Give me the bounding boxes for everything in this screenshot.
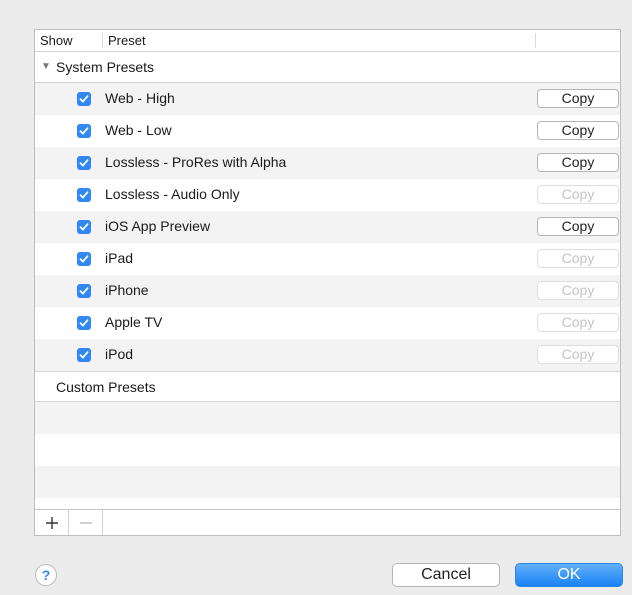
checkmark-icon [79, 191, 89, 199]
ok-button[interactable]: OK [515, 563, 623, 587]
show-checkbox[interactable] [77, 284, 91, 298]
custom-presets-group[interactable]: Custom Presets [35, 371, 620, 402]
copy-button: Copy [537, 249, 619, 268]
copy-button[interactable]: Copy [537, 121, 619, 140]
presets-table: Show Preset ▼ System Presets Web - High C… [34, 29, 621, 536]
preset-name: iPod [105, 346, 134, 362]
preset-name: iPad [105, 250, 134, 266]
show-checkbox[interactable] [77, 124, 91, 138]
preset-row[interactable]: iOS App Preview Copy [35, 211, 620, 243]
table-header: Show Preset [35, 30, 620, 52]
help-button[interactable]: ? [35, 564, 57, 586]
preset-row[interactable]: Web - Low Copy [35, 115, 620, 147]
checkmark-icon [79, 95, 89, 103]
plus-icon [45, 516, 58, 529]
checkmark-icon [79, 223, 89, 231]
column-divider [535, 33, 536, 48]
table-footer [35, 509, 620, 535]
custom-presets-label: Custom Presets [56, 379, 156, 395]
checkmark-icon [79, 255, 89, 263]
copy-button[interactable]: Copy [537, 153, 619, 172]
empty-row [35, 434, 620, 466]
add-preset-button[interactable] [35, 510, 69, 535]
preset-name: iPhone [105, 282, 149, 298]
preset-row[interactable]: iPod Copy [35, 339, 620, 371]
preset-row[interactable]: Lossless - Audio Only Copy [35, 179, 620, 211]
copy-button: Copy [537, 185, 619, 204]
copy-button[interactable]: Copy [537, 217, 619, 236]
preset-name: Apple TV [105, 314, 163, 330]
preset-row[interactable]: Web - High Copy [35, 83, 620, 115]
show-checkbox[interactable] [77, 348, 91, 362]
show-checkbox[interactable] [77, 188, 91, 202]
copy-button[interactable]: Copy [537, 89, 619, 108]
column-header-preset[interactable]: Preset [108, 33, 146, 48]
preset-name: Web - High [105, 90, 175, 106]
preset-name: Web - Low [105, 122, 172, 138]
show-checkbox[interactable] [77, 156, 91, 170]
minus-icon [79, 521, 92, 524]
cancel-button[interactable]: Cancel [392, 563, 500, 587]
preset-name: Lossless - ProRes with Alpha [105, 154, 287, 170]
disclosure-triangle-icon[interactable]: ▼ [41, 61, 51, 72]
preset-name: iOS App Preview [105, 218, 211, 234]
copy-button: Copy [537, 345, 619, 364]
system-presets-label: System Presets [56, 59, 155, 75]
preset-row[interactable]: iPad Copy [35, 243, 620, 275]
checkmark-icon [79, 319, 89, 327]
checkmark-icon [79, 159, 89, 167]
preset-row[interactable]: Lossless - ProRes with Alpha Copy [35, 147, 620, 179]
show-checkbox[interactable] [77, 92, 91, 106]
remove-preset-button[interactable] [69, 510, 103, 535]
preset-row[interactable]: Apple TV Copy [35, 307, 620, 339]
empty-row [35, 402, 620, 434]
system-presets-group[interactable]: ▼ System Presets [35, 52, 620, 83]
checkmark-icon [79, 287, 89, 295]
show-checkbox[interactable] [77, 316, 91, 330]
preset-list: Web - High Copy Web - Low Copy Lossless - Pr… [35, 83, 620, 371]
preset-name: Lossless - Audio Only [105, 186, 240, 202]
checkmark-icon [79, 127, 89, 135]
preset-row[interactable]: iPhone Copy [35, 275, 620, 307]
empty-row [35, 466, 620, 498]
copy-button: Copy [537, 313, 619, 332]
show-checkbox[interactable] [77, 220, 91, 234]
show-checkbox[interactable] [77, 252, 91, 266]
checkmark-icon [79, 351, 89, 359]
copy-button: Copy [537, 281, 619, 300]
column-header-show[interactable]: Show [40, 33, 73, 48]
column-divider [102, 33, 103, 48]
